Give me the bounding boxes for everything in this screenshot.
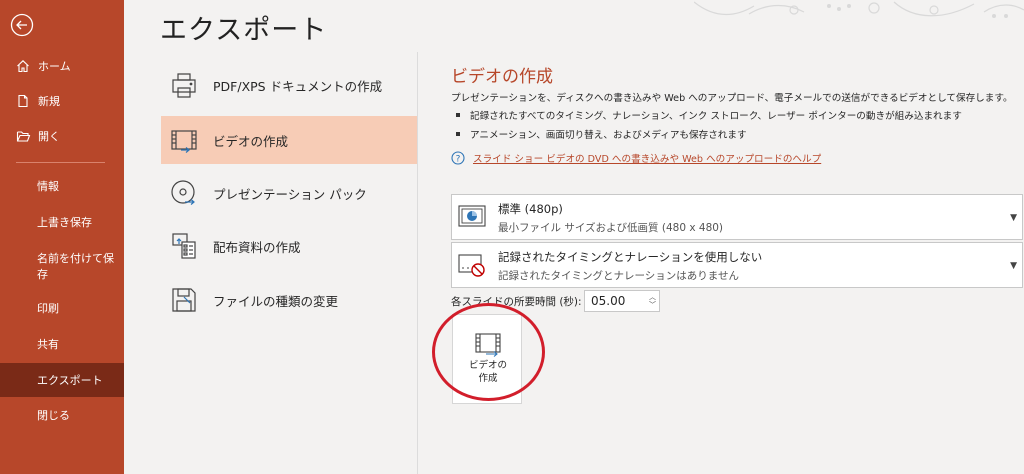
- file-type-icon: [167, 283, 201, 317]
- video-panel-bullet: アニメーション、画面切り替え、およびメディアも保存されます: [456, 127, 747, 141]
- sidebar-item-save-as[interactable]: 名前を付けて保 存: [0, 247, 124, 287]
- export-option-file-type[interactable]: ファイルの種類の変更: [161, 276, 417, 324]
- cd-package-icon: [167, 176, 201, 210]
- sidebar-item-close[interactable]: 閉じる: [0, 398, 124, 432]
- decorative-swirl-icon: [694, 1, 1024, 18]
- sidebar-item-label: エクスポート: [37, 374, 103, 387]
- video-panel-title: ビデオの作成: [451, 67, 553, 87]
- timing-primary: 記録されたタイミングとナレーションを使用しない: [498, 250, 763, 264]
- export-option-pdf-xps[interactable]: PDF/XPS ドキュメントの作成: [161, 61, 417, 109]
- export-option-label: PDF/XPS ドキュメントの作成: [213, 78, 383, 94]
- chevron-down-icon: ▼: [1010, 213, 1017, 223]
- sidebar-item-label: ホーム: [38, 60, 71, 73]
- duration-input[interactable]: [585, 291, 645, 311]
- duration-label: 各スライドの所要時間 (秒):: [451, 296, 582, 308]
- home-icon: [15, 58, 31, 74]
- sidebar-item-label: 名前を付けて保 存: [37, 252, 114, 281]
- create-video-label: ビデオの 作成: [468, 360, 507, 384]
- sidebar-item-info[interactable]: 情報: [0, 169, 124, 203]
- export-option-label: ビデオの作成: [213, 133, 289, 149]
- panel-divider: [417, 52, 418, 474]
- timing-secondary: 記録されたタイミングとナレーションはありません: [498, 270, 739, 282]
- export-option-label: ファイルの種類の変更: [213, 293, 339, 309]
- export-page: エクスポート PDF/XPS ドキュメントの作成 ビデオの作成 プレゼンテーショ…: [124, 0, 1024, 474]
- help-link[interactable]: ? スライド ショー ビデオの DVD への書き込みや Web へのアップロード…: [451, 151, 821, 165]
- sidebar-item-label: 共有: [37, 338, 59, 351]
- sidebar-item-share[interactable]: 共有: [0, 327, 124, 361]
- export-option-label: 配布資料の作成: [213, 239, 301, 255]
- sidebar-item-new[interactable]: 新規: [0, 84, 124, 118]
- sidebar-item-label: 閉じる: [37, 409, 70, 422]
- back-arrow-icon[interactable]: [10, 13, 34, 37]
- video-panel-description: プレゼンテーションを、ディスクへの書き込みや Web へのアップロード、電子メー…: [451, 93, 1013, 104]
- export-option-video[interactable]: ビデオの作成: [161, 116, 417, 164]
- page-title: エクスポート: [160, 15, 328, 46]
- sidebar-item-label: 印刷: [37, 302, 59, 315]
- sidebar-item-save[interactable]: 上書き保存: [0, 205, 124, 239]
- sidebar-item-export[interactable]: エクスポート: [0, 363, 124, 397]
- no-timing-narration-icon: [458, 254, 485, 277]
- video-quality-dropdown[interactable]: 標準 (480p) 最小ファイル サイズおよび低画質 (480 x 480) ▼: [451, 194, 1023, 240]
- sidebar-item-label: 情報: [37, 180, 59, 193]
- timing-narration-dropdown[interactable]: 記録されたタイミングとナレーションを使用しない 記録されたタイミングとナレーショ…: [451, 242, 1023, 288]
- handouts-icon: [167, 229, 201, 263]
- svg-text:?: ?: [456, 154, 461, 164]
- backstage-sidebar: ホーム 新規 開く 情報 上書き保存 名前を付けて保 存 印刷 共有 エクスポー…: [0, 0, 124, 474]
- stepper-down-icon[interactable]: ﹀: [649, 301, 656, 309]
- folder-open-icon: [15, 128, 31, 144]
- sidebar-item-open[interactable]: 開く: [0, 119, 124, 153]
- sidebar-item-label: 開く: [38, 130, 60, 143]
- video-icon: [475, 333, 501, 357]
- create-video-button[interactable]: ビデオの 作成: [452, 314, 522, 404]
- presentation-quality-icon: [458, 205, 486, 227]
- export-option-package[interactable]: プレゼンテーション パック: [161, 169, 417, 217]
- export-option-label: プレゼンテーション パック: [213, 186, 367, 202]
- export-option-handouts[interactable]: 配布資料の作成: [161, 222, 417, 270]
- quality-primary: 標準 (480p): [498, 202, 563, 216]
- pdf-document-icon: [167, 68, 201, 102]
- help-icon: ?: [451, 151, 465, 165]
- quality-secondary: 最小ファイル サイズおよび低画質 (480 x 480): [498, 222, 724, 234]
- sidebar-item-label: 上書き保存: [37, 216, 92, 229]
- help-link-text[interactable]: スライド ショー ビデオの DVD への書き込みや Web へのアップロードのヘ…: [473, 151, 821, 165]
- sidebar-item-home[interactable]: ホーム: [0, 49, 124, 83]
- duration-stepper[interactable]: ︿ ﹀: [584, 290, 660, 312]
- sidebar-item-label: 新規: [38, 95, 60, 108]
- chevron-down-icon: ▼: [1010, 261, 1017, 271]
- stepper-up-icon[interactable]: ︿: [649, 293, 656, 301]
- video-icon: [167, 123, 201, 157]
- sidebar-divider: [16, 162, 105, 163]
- video-panel-bullet: 記録されたすべてのタイミング、ナレーション、インク ストローク、レーザー ポイン…: [456, 108, 962, 122]
- new-file-icon: [15, 93, 31, 109]
- sidebar-item-print[interactable]: 印刷: [0, 291, 124, 325]
